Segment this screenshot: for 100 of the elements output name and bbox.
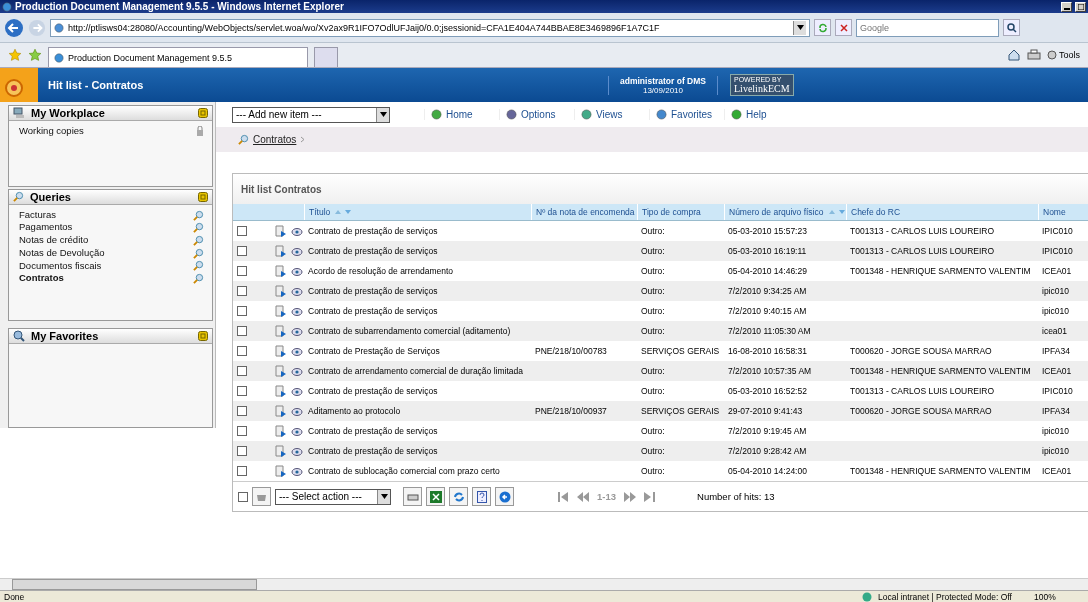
table-cell: Outro: xyxy=(641,226,665,236)
eye-icon[interactable] xyxy=(291,345,303,357)
eye-icon[interactable] xyxy=(291,325,303,337)
table-cell: T001348 - HENRIQUE SARMENTO VALENTIM xyxy=(850,466,1031,476)
maximize-icon xyxy=(1077,3,1084,10)
column-header[interactable]: Chefe do RC xyxy=(851,207,901,217)
nav-link[interactable]: Views xyxy=(574,109,649,120)
row-checkbox[interactable] xyxy=(237,346,247,356)
last-page-icon[interactable] xyxy=(644,491,655,502)
table-cell: Outro: xyxy=(641,266,665,276)
maximize-button[interactable] xyxy=(1075,1,1086,12)
table-cell: 05-04-2010 14:46:29 xyxy=(728,266,807,276)
stop-button[interactable] xyxy=(835,19,852,36)
table-cell: Contrato de Prestação de Serviços xyxy=(308,346,440,356)
spreadsheet-icon xyxy=(429,490,442,503)
excel-button[interactable] xyxy=(426,487,445,506)
eye-icon[interactable] xyxy=(291,305,303,317)
select-all-checkbox[interactable] xyxy=(238,491,248,502)
eye-icon[interactable] xyxy=(291,265,303,277)
print-button[interactable] xyxy=(403,487,422,506)
action-select[interactable]: --- Select action --- xyxy=(275,488,391,505)
column-header[interactable]: Tipo de compra xyxy=(642,207,701,217)
previous-page-icon[interactable] xyxy=(577,491,589,502)
table-cell: Outro: xyxy=(641,466,665,476)
minimize-button[interactable] xyxy=(1061,1,1072,12)
row-checkbox[interactable] xyxy=(237,326,247,336)
row-checkbox[interactable] xyxy=(237,466,247,476)
nav-link[interactable]: Help xyxy=(724,109,799,120)
eye-icon[interactable] xyxy=(291,225,303,237)
close-icon xyxy=(838,22,849,33)
row-checkbox[interactable] xyxy=(237,366,247,376)
row-checkbox[interactable] xyxy=(237,286,247,296)
eye-icon[interactable] xyxy=(291,425,303,437)
eye-icon[interactable] xyxy=(291,245,303,257)
table-cell: Outro: xyxy=(641,286,665,296)
horizontal-scrollbar[interactable] xyxy=(0,578,1088,590)
tools-button[interactable]: Tools xyxy=(1047,50,1080,60)
zoom-level[interactable]: 100% xyxy=(1034,591,1084,602)
refresh-icon xyxy=(817,22,828,33)
add-item-select[interactable]: --- Add new item --- xyxy=(232,106,390,123)
next-page-icon[interactable] xyxy=(624,491,636,502)
user-name: administrator of DMS xyxy=(620,75,706,86)
eye-icon[interactable] xyxy=(291,365,303,377)
refresh-button[interactable] xyxy=(814,19,831,36)
row-checkbox[interactable] xyxy=(237,386,247,396)
breadcrumb-link[interactable]: Contratos xyxy=(253,134,297,145)
eye-icon[interactable] xyxy=(291,465,303,477)
column-header[interactable]: Número de arquivo físico xyxy=(729,207,824,217)
printer-icon[interactable] xyxy=(1027,49,1041,61)
chevron-icon xyxy=(300,136,306,143)
collapse-icon[interactable] xyxy=(198,108,208,118)
collapse-icon[interactable] xyxy=(198,331,208,342)
nav-link[interactable]: Home xyxy=(424,109,499,120)
search-icon xyxy=(13,191,24,203)
column-header[interactable]: Nº da nota de encomenda xyxy=(536,207,635,217)
row-checkbox[interactable] xyxy=(237,446,247,456)
column-header[interactable]: Título xyxy=(309,207,331,217)
collapse-icon[interactable] xyxy=(198,191,208,202)
nav-link[interactable]: Options xyxy=(499,109,574,120)
back-icon[interactable] xyxy=(4,17,24,38)
first-page-icon[interactable] xyxy=(558,491,569,502)
table-cell: Contrato de arrendamento comercial de duração limitada xyxy=(308,366,523,376)
dropdown-caret-icon[interactable] xyxy=(793,20,806,35)
favorites-star-icon[interactable] xyxy=(8,48,22,62)
table-cell: Contrato de prestação de serviços xyxy=(308,246,438,256)
sidebar-item[interactable]: Working copies xyxy=(19,125,204,138)
help-button[interactable] xyxy=(472,487,491,506)
sidebar-item[interactable]: Contratos xyxy=(19,272,204,285)
table-cell: ipic010 xyxy=(1042,286,1069,296)
eye-icon[interactable] xyxy=(291,405,303,417)
table-cell: IPIC010 xyxy=(1042,246,1073,256)
row-checkbox[interactable] xyxy=(237,426,247,436)
dropdown-caret-icon[interactable] xyxy=(376,107,389,122)
sidebar-item[interactable]: Notas de crédito xyxy=(19,234,204,247)
browser-tab[interactable]: Production Document Management 9.5.5 xyxy=(48,47,308,67)
search-field[interactable]: Google xyxy=(856,18,999,37)
row-checkbox[interactable] xyxy=(237,266,247,276)
row-checkbox[interactable] xyxy=(237,246,247,256)
nav-link[interactable]: Favorites xyxy=(649,109,724,120)
table-cell: T000620 - JORGE SOUSA MARRAO xyxy=(850,406,992,416)
sidebar-item[interactable]: Pagamentos xyxy=(19,221,204,235)
page-range: 1-13 xyxy=(597,491,616,502)
back-button[interactable] xyxy=(495,487,514,506)
row-checkbox[interactable] xyxy=(237,406,247,416)
sidebar-item[interactable]: Documentos fiscais xyxy=(19,259,204,273)
eye-icon[interactable] xyxy=(291,445,303,457)
table-cell: IPFA34 xyxy=(1042,406,1070,416)
basket-button[interactable] xyxy=(252,487,271,506)
sidebar-item[interactable]: Facturas xyxy=(19,208,204,222)
address-field[interactable]: http://ptlisws04:28080/Accounting/WebObjects/servlet.woa/wo/Xv2ax9R1IFO7OdlUFJaij0/0.0;jsessionid=CFA1E404A744BBAE8E3469896F1A7C1F xyxy=(50,18,810,37)
sidebar-item[interactable]: Notas de Devolução xyxy=(19,246,204,260)
row-checkbox[interactable] xyxy=(237,306,247,316)
refresh-button[interactable] xyxy=(449,487,468,506)
search-button[interactable] xyxy=(1003,19,1020,36)
eye-icon[interactable] xyxy=(291,385,303,397)
column-header[interactable]: Nome xyxy=(1043,207,1066,217)
panel-title: Hit list Contratos xyxy=(241,183,322,195)
dropdown-caret-icon[interactable] xyxy=(377,489,390,504)
row-checkbox[interactable] xyxy=(237,226,247,236)
eye-icon[interactable] xyxy=(291,285,303,297)
